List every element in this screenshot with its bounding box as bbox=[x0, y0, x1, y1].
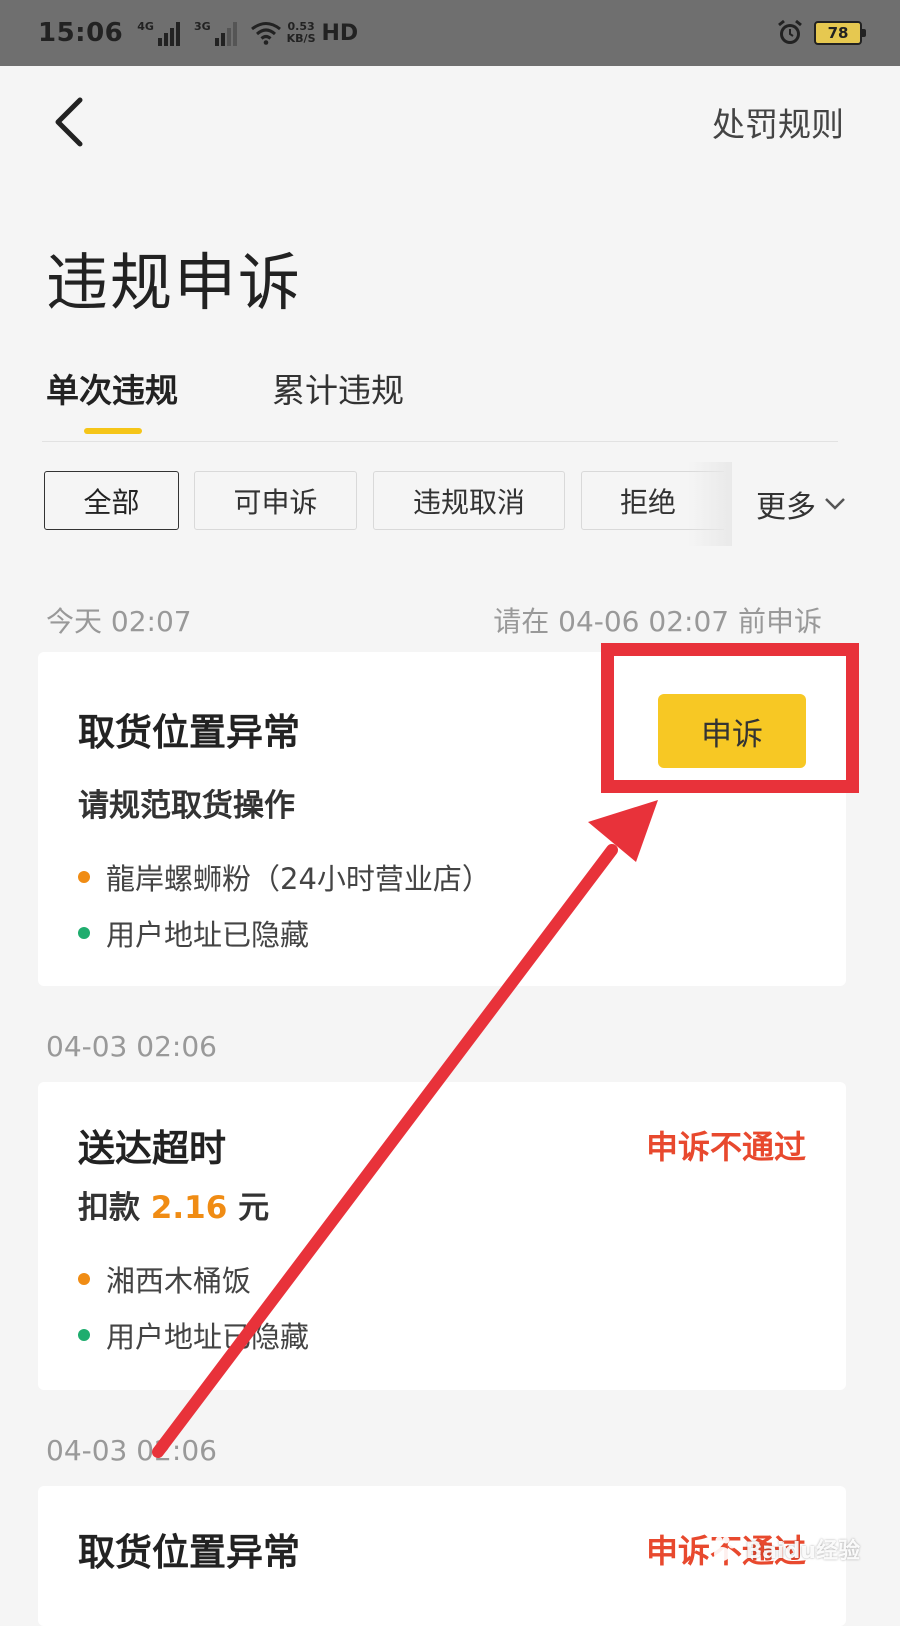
wifi-icon bbox=[251, 21, 281, 45]
filter-scroll-fade bbox=[688, 462, 732, 546]
violation-tabs: 单次违规 累计违规 bbox=[42, 360, 838, 442]
violation-title: 送达超时 bbox=[78, 1118, 226, 1172]
hd-indicator: HD bbox=[322, 21, 359, 46]
signal-4g-icon: 4G bbox=[137, 20, 180, 46]
appeal-button[interactable]: 申诉 bbox=[658, 694, 806, 768]
record-date: 今天 02:07 bbox=[46, 600, 192, 640]
shop-row: 湘西木桶饭 bbox=[78, 1258, 251, 1300]
violation-title: 取货位置异常 bbox=[78, 702, 300, 756]
appeal-status: 申诉不通过 bbox=[646, 1122, 806, 1168]
status-bar: 15:06 4G 3G 0.53 KB/S HD 78 bbox=[0, 0, 900, 66]
more-filters-label: 更多 bbox=[756, 482, 816, 526]
address-row: 用户地址已隐藏 bbox=[78, 912, 309, 954]
active-tab-indicator bbox=[84, 428, 142, 434]
deduction-amount: 2.16 bbox=[151, 1190, 228, 1226]
status-time: 15:06 bbox=[38, 18, 123, 48]
page-title: 违规申诉 bbox=[46, 232, 302, 322]
more-filters-button[interactable]: 更多 bbox=[756, 482, 846, 526]
address-dot-icon bbox=[78, 927, 90, 939]
record-date: 04-03 02:06 bbox=[46, 1434, 217, 1467]
customer-address: 用户地址已隐藏 bbox=[106, 1314, 309, 1356]
violation-subtitle: 请规范取货操作 bbox=[78, 780, 295, 825]
shop-name: 湘西木桶饭 bbox=[106, 1258, 251, 1300]
shop-row: 龍岸螺蛳粉（24小时营业店） bbox=[78, 856, 491, 898]
signal-3g-icon: 3G bbox=[194, 20, 237, 46]
deduction-line: 扣款 2.16 元 bbox=[78, 1182, 269, 1227]
violation-card[interactable]: 送达超时 申诉不通过 扣款 2.16 元 湘西木桶饭 用户地址已隐藏 bbox=[38, 1082, 846, 1390]
network-speed: 0.53 KB/S bbox=[287, 21, 316, 45]
alarm-icon bbox=[776, 19, 804, 47]
filter-chip-all[interactable]: 全部 bbox=[44, 471, 179, 530]
violation-title: 取货位置异常 bbox=[78, 1522, 300, 1576]
address-row: 用户地址已隐藏 bbox=[78, 1314, 309, 1356]
appeal-deadline: 请在 04-06 02:07 前申诉 bbox=[493, 600, 822, 640]
filter-bar: 全部 可申诉 违规取消 拒绝 bbox=[44, 471, 724, 531]
shop-dot-icon bbox=[78, 871, 90, 883]
filter-chip-cancelled[interactable]: 违规取消 bbox=[373, 471, 565, 530]
customer-address: 用户地址已隐藏 bbox=[106, 912, 309, 954]
back-arrow-icon[interactable] bbox=[50, 96, 90, 148]
shop-name: 龍岸螺蛳粉（24小时营业店） bbox=[106, 856, 491, 898]
paw-logo-icon bbox=[705, 1532, 739, 1566]
filter-chip-appealable[interactable]: 可申诉 bbox=[194, 471, 357, 530]
watermark: Baidu经验 bbox=[705, 1532, 860, 1566]
penalty-rules-link[interactable]: 处罚规则 bbox=[712, 98, 844, 146]
tab-cumulative-violation[interactable]: 累计违规 bbox=[272, 364, 404, 412]
chevron-down-icon bbox=[824, 497, 846, 511]
shop-dot-icon bbox=[78, 1273, 90, 1285]
address-dot-icon bbox=[78, 1329, 90, 1341]
record-date: 04-03 02:06 bbox=[46, 1030, 217, 1063]
violation-card[interactable]: 取货位置异常 请规范取货操作 龍岸螺蛳粉（24小时营业店） 用户地址已隐藏 申诉 bbox=[38, 652, 846, 986]
tab-single-violation[interactable]: 单次违规 bbox=[46, 364, 178, 412]
battery-indicator: 78 bbox=[814, 21, 862, 45]
